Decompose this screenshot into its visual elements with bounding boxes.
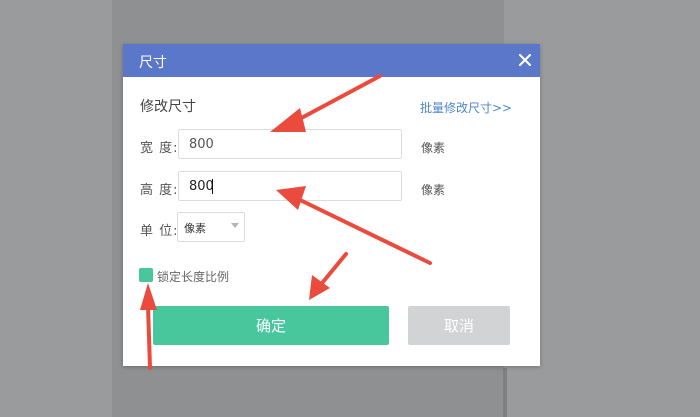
annotation-arrow: [270, 74, 382, 132]
screen: 尺寸 修改尺寸 批量修改尺寸>> 宽 度: 像素 高 度: 像素 单 位: 像素…: [0, 0, 700, 417]
annotation-arrow: [309, 252, 348, 300]
annotation-layer: [140, 74, 432, 370]
annotation-arrow: [140, 283, 157, 370]
annotation-arrow: [276, 186, 432, 265]
